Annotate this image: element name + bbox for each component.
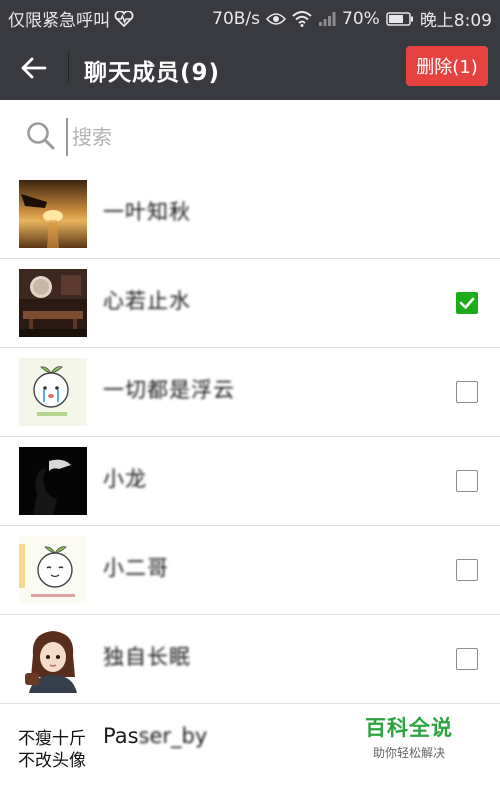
member-list: 一叶知秋 心若止水 一切都是浮云 小龙 小二哥 独自长眠 — [0, 170, 500, 704]
network-speed-text: 70B/s — [212, 8, 261, 29]
member-checkbox[interactable] — [456, 470, 478, 492]
sprout-cartoon-icon — [19, 358, 87, 426]
battery-percent: 70% — [342, 8, 380, 29]
watermark-subtitle: 助你轻松解决 — [372, 746, 445, 760]
girl-cartoon-icon — [19, 625, 87, 693]
sunset-icon — [19, 180, 87, 248]
title-divider — [68, 52, 69, 82]
page-title: 聊天成员(9) — [84, 60, 221, 86]
member-name: 独自长眠 — [103, 645, 191, 669]
room-icon — [19, 269, 87, 337]
member-checkbox[interactable] — [456, 381, 478, 403]
member-checkbox[interactable] — [456, 559, 478, 581]
search-bar — [0, 100, 500, 171]
list-item[interactable]: 独自长眠 — [0, 615, 500, 704]
arrow-left-icon — [21, 57, 47, 79]
member-name-visible: Pas — [103, 724, 139, 748]
title-bar: 聊天成员(9) 删除(1) — [0, 34, 500, 100]
delete-button[interactable]: 删除(1) — [406, 46, 488, 86]
heart-rate-icon — [114, 10, 134, 27]
list-item[interactable]: 小龙 — [0, 437, 500, 526]
member-name: 小龙 — [103, 467, 147, 491]
sprout-cartoon-icon — [19, 536, 87, 604]
list-item[interactable]: 小二哥 — [0, 526, 500, 615]
member-name: 小二哥 — [103, 556, 169, 580]
search-input[interactable] — [66, 118, 474, 156]
member-name: 一切都是浮云 — [103, 378, 235, 402]
member-checkbox[interactable] — [456, 648, 478, 670]
eye-icon — [266, 12, 287, 26]
list-item[interactable]: 一叶知秋 — [0, 170, 500, 259]
battery-icon — [386, 11, 414, 26]
signal-icon — [318, 11, 336, 27]
member-name: 一叶知秋 — [103, 200, 191, 224]
list-item[interactable]: 心若止水 — [0, 259, 500, 348]
clock-text: 晚上8:09 — [419, 11, 492, 31]
dark-silhouette-icon — [19, 447, 87, 515]
member-name: Passer_by — [103, 724, 207, 748]
member-checkbox[interactable] — [456, 292, 478, 314]
list-item[interactable]: 一切都是浮云 — [0, 348, 500, 437]
member-name: 心若止水 — [103, 289, 191, 313]
carrier-text: 仅限紧急呼叫 — [8, 11, 110, 31]
back-button[interactable] — [16, 50, 52, 86]
wifi-icon — [292, 10, 312, 27]
watermark-title: 百科全说 — [365, 716, 453, 740]
status-bar: 仅限紧急呼叫 70B/s 70% 晚上8:09 — [0, 0, 500, 34]
member-name-obscured: ser_by — [138, 724, 208, 748]
avatar-text: 不瘦十斤不改头像 — [18, 729, 86, 771]
check-icon — [459, 297, 475, 309]
watermark: 百科全说 助你轻松解决 — [346, 706, 472, 768]
search-icon — [27, 122, 55, 150]
